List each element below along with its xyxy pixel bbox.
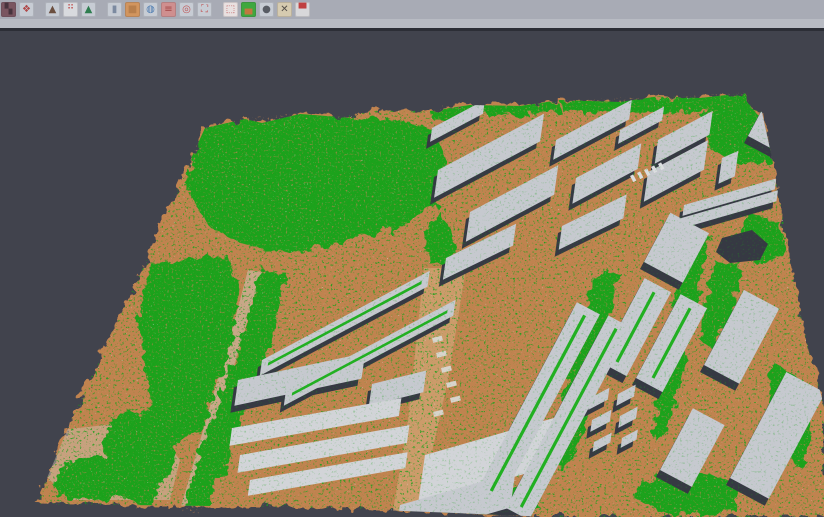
cut-tool-icon[interactable]: ✕ [277, 2, 292, 17]
delete-class-icon[interactable]: ▀ [295, 2, 310, 17]
sphere-render-icon[interactable]: ● [259, 2, 274, 17]
selection-frame-icon[interactable]: ⛶ [197, 2, 212, 17]
globe-view-icon[interactable]: ◍ [143, 2, 158, 17]
classify-points-icon[interactable]: ❖ [19, 2, 34, 17]
vegetation-surface-icon[interactable]: ▲ [81, 2, 96, 17]
terrain-surface-icon[interactable]: ▲ [45, 2, 60, 17]
classification-map-icon[interactable]: ▄ [241, 2, 256, 17]
profile-view-icon[interactable]: ▮ [107, 2, 122, 17]
toolbar: ▚❖ ▲⠛▲ ▮■◍≡◎⛶ ⬚▄●✕▀ [0, 0, 824, 31]
toolbar-separator [215, 2, 220, 17]
points-dataset-icon[interactable]: ▚ [1, 2, 16, 17]
3d-viewport[interactable] [0, 0, 824, 517]
toolbar-separator [99, 2, 104, 17]
application-window: ▚❖ ▲⠛▲ ▮■◍≡◎⛶ ⬚▄●✕▀ [0, 0, 824, 517]
target-icon[interactable]: ◎ [179, 2, 194, 17]
toolbar-separator [37, 2, 42, 17]
sparse-points-icon[interactable]: ⠛ [63, 2, 78, 17]
ortho-image-icon[interactable]: ■ [125, 2, 140, 17]
layers-icon[interactable]: ≡ [161, 2, 176, 17]
clip-region-icon[interactable]: ⬚ [223, 2, 238, 17]
